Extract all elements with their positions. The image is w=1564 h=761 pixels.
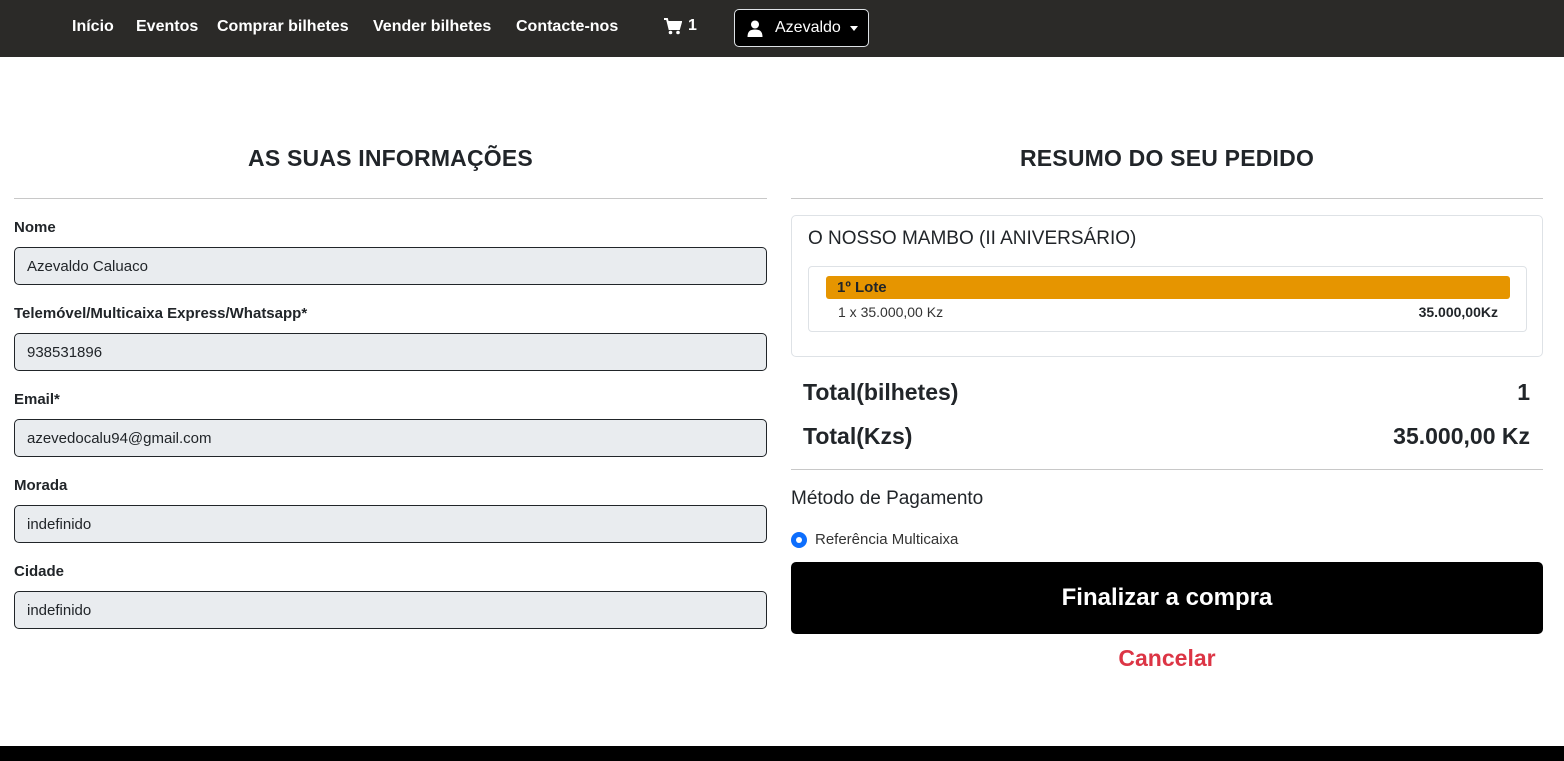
chevron-down-icon (849, 25, 858, 31)
top-navbar: Início Eventos Comprar bilhetes Vender b… (0, 0, 1564, 57)
nav-link-inicio[interactable]: Início (72, 18, 114, 36)
payment-method-title: Método de Pagamento (791, 488, 984, 509)
city-field[interactable] (14, 591, 767, 629)
user-name: Azevaldo (775, 19, 841, 36)
city-label: Cidade (14, 563, 65, 580)
totals-divider (791, 469, 1543, 470)
total-amount-label: Total(Kzs) (803, 423, 913, 449)
cart-button[interactable]: 1 (664, 17, 697, 35)
info-divider (14, 198, 767, 199)
nav-link-vender-bilhetes[interactable]: Vender bilhetes (373, 18, 491, 36)
finalize-purchase-button[interactable]: Finalizar a compra (791, 562, 1543, 634)
payment-option-multicaixa[interactable]: Referência Multicaixa (791, 531, 958, 548)
nav-link-eventos[interactable]: Eventos (136, 18, 198, 36)
name-field[interactable] (14, 247, 767, 285)
name-label: Nome (14, 219, 56, 236)
summary-section-title: RESUMO DO SEU PEDIDO (1019, 145, 1315, 171)
shopping-cart-icon (664, 17, 682, 34)
footer-bar (0, 746, 1564, 761)
phone-label: Telemóvel/Multicaixa Express/Whatsapp* (14, 305, 308, 322)
total-tickets-label: Total(bilhetes) (803, 379, 959, 405)
nav-link-contacte-nos[interactable]: Contacte-nos (516, 18, 618, 36)
lot-name-badge: 1º Lote (826, 276, 1510, 299)
cancel-link[interactable]: Cancelar (791, 645, 1543, 672)
address-field[interactable] (14, 505, 767, 543)
payment-option-label: Referência Multicaixa (815, 531, 959, 548)
nav-link-comprar-bilhetes[interactable]: Comprar bilhetes (217, 18, 349, 36)
lot-card: 1º Lote 1 x 35.000,00 Kz 35.000,00Kz (808, 266, 1527, 332)
email-label: Email* (14, 391, 60, 408)
info-section-title: AS SUAS INFORMAÇÕES (248, 145, 533, 171)
phone-field[interactable] (14, 333, 767, 371)
summary-divider (791, 198, 1543, 199)
cart-count: 1 (688, 17, 697, 34)
lot-quantity-line: 1 x 35.000,00 Kz (838, 304, 944, 320)
lot-subtotal: 35.000,00Kz (1418, 304, 1498, 320)
event-summary-card: O NOSSO MAMBO (II ANIVERSÁRIO) 1º Lote 1… (791, 215, 1543, 357)
total-amount-value: 35.000,00 Kz (1393, 423, 1530, 449)
total-tickets-value: 1 (1517, 379, 1530, 405)
email-field[interactable] (14, 419, 767, 457)
event-name: O NOSSO MAMBO (II ANIVERSÁRIO) (808, 228, 1137, 249)
radio-selected-icon[interactable] (791, 531, 807, 548)
user-icon (747, 20, 763, 37)
user-dropdown-button[interactable]: Azevaldo (734, 9, 869, 47)
address-label: Morada (14, 477, 68, 494)
